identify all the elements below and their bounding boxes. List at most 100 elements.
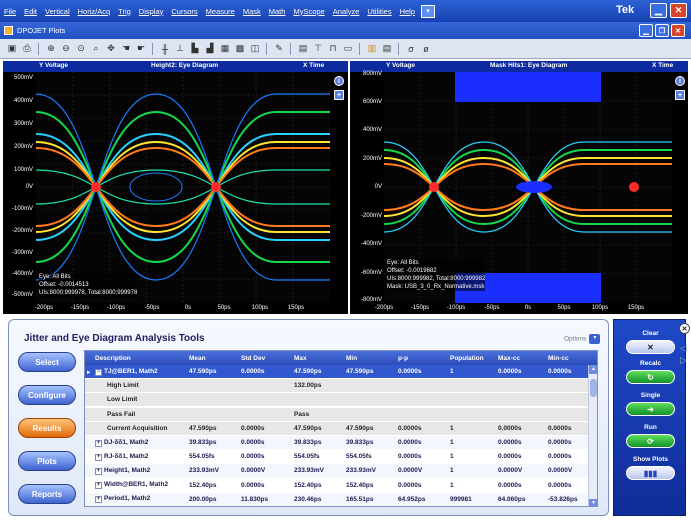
menu-utilities[interactable]: Utilities (367, 7, 391, 16)
clear-button[interactable]: ✕ (626, 340, 675, 354)
show-plots-button[interactable]: ▮▮▮ (626, 466, 675, 480)
column-header[interactable]: Description (95, 355, 187, 362)
table-scrollbar[interactable]: ▲ ▼ (588, 365, 597, 506)
menu-cursors[interactable]: Cursors (171, 7, 197, 16)
layout-full-icon[interactable]: ▭ (342, 43, 354, 55)
layout-bottom-icon[interactable]: ⊓ (327, 43, 339, 55)
column-header[interactable]: p-p (398, 355, 448, 362)
table-row[interactable]: + DJ-δδ1, Math2 39.833ps 0.0000s 39.833ps 39.… (85, 436, 597, 449)
layout-split-icon[interactable]: ⊤ (312, 43, 324, 55)
plot-info-icon[interactable]: i (675, 76, 685, 86)
column-header[interactable]: Max-cc (498, 355, 546, 362)
options-dropdown[interactable]: Options ▾ (564, 334, 601, 344)
column-header[interactable]: Min-cc (548, 355, 592, 362)
table-row[interactable]: Pass Fail Pass (85, 407, 597, 421)
eye-diagram-plot-left[interactable]: Y Voltage Height2: Eye Diagram X Time 50… (3, 61, 348, 314)
menu-help[interactable]: Help (400, 7, 415, 16)
single-button[interactable]: ➜ (626, 402, 675, 416)
x-tick-label: 0s (184, 305, 192, 311)
help-dropdown-icon[interactable]: ▾ (421, 4, 436, 18)
unlink-icon[interactable]: ø (420, 43, 432, 55)
table-row[interactable]: + Height1, Math2 233.93mV 0.0000V 233.93mV 23… (85, 464, 597, 478)
row-cell: 0.0000V (398, 467, 423, 475)
table-row[interactable]: High Limit 132.00ps (85, 379, 597, 393)
expand-icon[interactable]: + (95, 496, 102, 504)
print-icon[interactable]: ⎙ (21, 43, 33, 55)
zoom-in-icon[interactable]: ⊕ (45, 43, 57, 55)
plot-expand-icon[interactable]: + (334, 90, 344, 100)
scroll-down-icon[interactable]: ▼ (589, 499, 597, 506)
histogram-icon[interactable]: ▙ (189, 43, 201, 55)
menu-myscope[interactable]: MyScope (293, 7, 324, 16)
zoom-fit-icon[interactable]: ⊙ (75, 43, 87, 55)
link-icon[interactable]: σ (405, 43, 417, 55)
menu-horiz-acq[interactable]: Horiz/Acq (78, 7, 111, 16)
column-header[interactable]: Min (346, 355, 396, 362)
run-button[interactable]: ⟳ (626, 434, 675, 448)
menu-vertical[interactable]: Vertical (45, 7, 70, 16)
close-icon[interactable]: ✕ (670, 3, 687, 18)
menu-math[interactable]: Math (269, 7, 286, 16)
expand-icon[interactable]: + (95, 453, 102, 461)
menu-analyze[interactable]: Analyze (333, 7, 360, 16)
column-header[interactable]: Std Dev (241, 355, 293, 362)
scroll-thumb[interactable] (590, 379, 597, 397)
bar-plot-icon[interactable]: ▟ (204, 43, 216, 55)
layout-grid-icon[interactable]: ▤ (297, 43, 309, 55)
tile-horizontal-icon[interactable]: ▤ (381, 43, 393, 55)
x-tick-label: 50ps (217, 305, 231, 311)
zoom-out-icon[interactable]: ⊖ (60, 43, 72, 55)
hand-right-icon[interactable]: ☛ (135, 43, 147, 55)
recalc-button[interactable]: ↻ (626, 370, 675, 384)
table-row[interactable]: − TJ@BER1, Math2 47.590ps 0.0000s 47.590ps 47… (85, 365, 597, 378)
window-restore-icon[interactable]: ❐ (655, 24, 669, 37)
menu-display[interactable]: Display (139, 7, 164, 16)
column-header[interactable]: Max (294, 355, 344, 362)
eye-plot-icon[interactable]: ▩ (234, 43, 246, 55)
table-row[interactable]: Low Limit (85, 393, 597, 407)
zoom-icon[interactable]: ⌕ (90, 43, 102, 55)
y-tick-label: 500mV (13, 75, 33, 81)
panel-close-icon[interactable]: ✕ (679, 323, 690, 334)
window-minimize-icon[interactable]: ▁ (639, 24, 653, 37)
x-tick-label: -50ps (144, 305, 160, 311)
plot-info-icon[interactable]: i (334, 76, 344, 86)
menu-measure[interactable]: Measure (206, 7, 235, 16)
plots-button[interactable]: Plots (18, 451, 76, 471)
menu-trig[interactable]: Trig (118, 7, 131, 16)
bathtub-icon[interactable]: ◫ (249, 43, 261, 55)
table-row[interactable]: + Period1, Math2 200.00ps 11.830ps 230.46ps 1… (85, 492, 597, 506)
hand-icon[interactable]: ☚ (120, 43, 132, 55)
cursor-icon[interactable]: ╫ (159, 43, 171, 55)
column-header[interactable]: Population (450, 355, 496, 362)
table-row[interactable]: + RJ-δδ1, Math2 554.05fs 0.0000s 554.05fs 554… (85, 450, 597, 464)
window-close-icon[interactable]: ✕ (671, 24, 685, 37)
panel-title: Jitter and Eye Diagram Analysis Tools (24, 333, 205, 344)
table-row[interactable]: Current Acquisition 47.590ps 0.0000s 47.590… (85, 421, 597, 435)
wrench-icon[interactable]: ✎ (273, 43, 285, 55)
cursor-pair-icon[interactable]: ⊥ (174, 43, 186, 55)
menu-file[interactable]: File (4, 7, 16, 16)
table-row[interactable]: + Width@BER1, Math2 152.40ps 0.0000s 152.40p… (85, 478, 597, 492)
menu-edit[interactable]: Edit (24, 7, 37, 16)
tile-vertical-icon[interactable]: ▥ (366, 43, 378, 55)
save-icon[interactable]: ▣ (6, 43, 18, 55)
results-button[interactable]: Results (18, 418, 76, 438)
expand-icon[interactable]: + (95, 482, 102, 490)
expand-right-icon[interactable]: ▷ (680, 355, 687, 366)
reports-button[interactable]: Reports (18, 484, 76, 504)
select-button[interactable]: Select (18, 352, 76, 372)
menu-mask[interactable]: Mask (243, 7, 261, 16)
column-header[interactable]: Mean (189, 355, 239, 362)
spectrum-icon[interactable]: ▦ (219, 43, 231, 55)
collapse-left-icon[interactable]: ◁ (680, 343, 687, 354)
plot-expand-icon[interactable]: + (675, 90, 685, 100)
expand-icon[interactable]: + (95, 439, 102, 447)
pan-icon[interactable]: ✥ (105, 43, 117, 55)
configure-button[interactable]: Configure (18, 385, 76, 405)
collapse-icon[interactable]: − (95, 368, 102, 376)
scroll-up-icon[interactable]: ▲ (589, 365, 597, 374)
eye-diagram-plot-right[interactable]: Y Voltage Mask Hits1: Eye Diagram X Time… (350, 61, 688, 314)
minimize-icon[interactable]: ▁ (650, 3, 667, 18)
expand-icon[interactable]: + (95, 467, 102, 475)
